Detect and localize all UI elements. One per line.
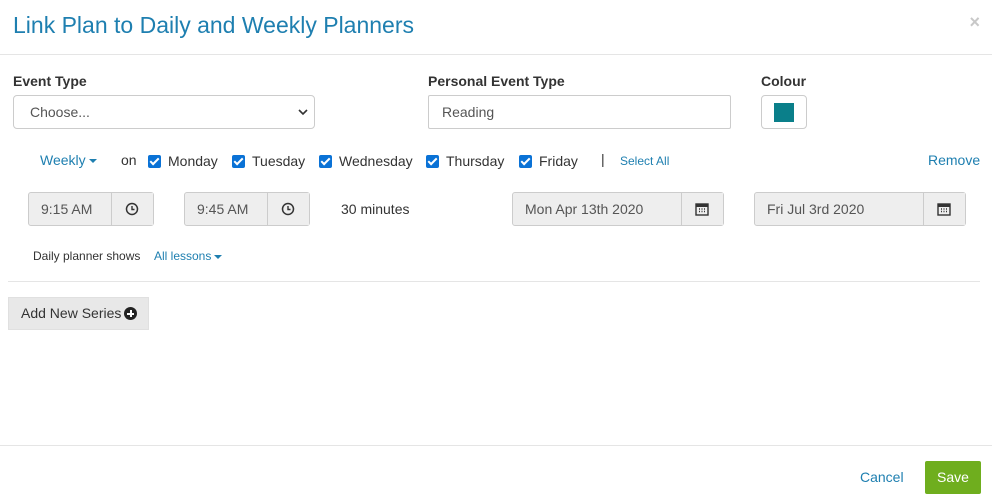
divider xyxy=(8,281,980,282)
start-time-picker[interactable]: 9:15 AM xyxy=(28,192,154,226)
calendar-icon-button[interactable] xyxy=(923,193,965,225)
frequency-label: Weekly xyxy=(40,152,86,168)
start-date-value[interactable]: Mon Apr 13th 2020 xyxy=(513,193,643,225)
colour-label: Colour xyxy=(761,73,807,89)
day-monday[interactable]: Monday xyxy=(148,153,218,169)
day-label: Friday xyxy=(539,153,578,169)
calendar-icon xyxy=(937,203,951,216)
event-type-label: Event Type xyxy=(13,73,87,89)
frequency-dropdown[interactable]: Weekly xyxy=(40,152,97,168)
personal-event-type-label: Personal Event Type xyxy=(428,73,565,89)
daily-planner-label: Daily planner shows xyxy=(33,249,141,263)
event-type-select[interactable]: Choose... xyxy=(13,95,315,129)
add-new-series-button[interactable]: Add New Series xyxy=(8,297,149,330)
event-type-value: Choose... xyxy=(30,104,90,120)
checkbox-checked-icon[interactable] xyxy=(319,155,332,168)
day-label: Thursday xyxy=(446,153,505,169)
start-date-picker[interactable]: Mon Apr 13th 2020 xyxy=(512,192,724,226)
end-time-value[interactable]: 9:45 AM xyxy=(185,193,248,225)
end-date-value[interactable]: Fri Jul 3rd 2020 xyxy=(755,193,864,225)
caret-down-icon xyxy=(214,254,223,259)
checkbox-checked-icon[interactable] xyxy=(232,155,245,168)
day-label: Wednesday xyxy=(339,153,413,169)
colour-swatch xyxy=(774,103,794,122)
calendar-icon xyxy=(695,203,709,216)
clock-icon xyxy=(125,202,139,216)
checkbox-checked-icon[interactable] xyxy=(148,155,161,168)
end-date-picker[interactable]: Fri Jul 3rd 2020 xyxy=(754,192,966,226)
checkbox-checked-icon[interactable] xyxy=(519,155,532,168)
personal-event-type-input[interactable]: Reading xyxy=(428,95,731,129)
add-new-series-label: Add New Series xyxy=(21,305,122,321)
chevron-down-icon xyxy=(298,109,308,116)
close-icon[interactable]: × xyxy=(969,12,980,33)
separator: | xyxy=(601,151,605,167)
colour-picker-button[interactable] xyxy=(761,95,807,129)
clock-icon xyxy=(281,202,295,216)
calendar-icon-button[interactable] xyxy=(681,193,723,225)
checkbox-checked-icon[interactable] xyxy=(426,155,439,168)
day-wednesday[interactable]: Wednesday xyxy=(319,153,413,169)
cancel-button[interactable]: Cancel xyxy=(860,469,904,485)
save-button[interactable]: Save xyxy=(925,461,981,494)
select-all-link[interactable]: Select All xyxy=(620,154,669,168)
start-time-value[interactable]: 9:15 AM xyxy=(29,193,92,225)
on-label: on xyxy=(121,152,137,168)
end-time-picker[interactable]: 9:45 AM xyxy=(184,192,310,226)
daily-planner-dropdown[interactable]: All lessons xyxy=(154,249,223,263)
day-label: Monday xyxy=(168,153,218,169)
day-friday[interactable]: Friday xyxy=(519,153,578,169)
plus-circle-icon xyxy=(124,307,138,320)
duration-text: 30 minutes xyxy=(341,201,410,217)
modal-footer xyxy=(0,445,992,502)
day-tuesday[interactable]: Tuesday xyxy=(232,153,305,169)
clock-icon-button[interactable] xyxy=(111,193,153,225)
modal-title: Link Plan to Daily and Weekly Planners xyxy=(13,12,415,38)
caret-down-icon xyxy=(88,159,97,164)
day-thursday[interactable]: Thursday xyxy=(426,153,504,169)
modal-header: Link Plan to Daily and Weekly Planners × xyxy=(0,0,992,55)
remove-link[interactable]: Remove xyxy=(928,152,980,168)
daily-planner-value: All lessons xyxy=(154,249,212,263)
clock-icon-button[interactable] xyxy=(267,193,309,225)
day-label: Tuesday xyxy=(252,153,306,169)
